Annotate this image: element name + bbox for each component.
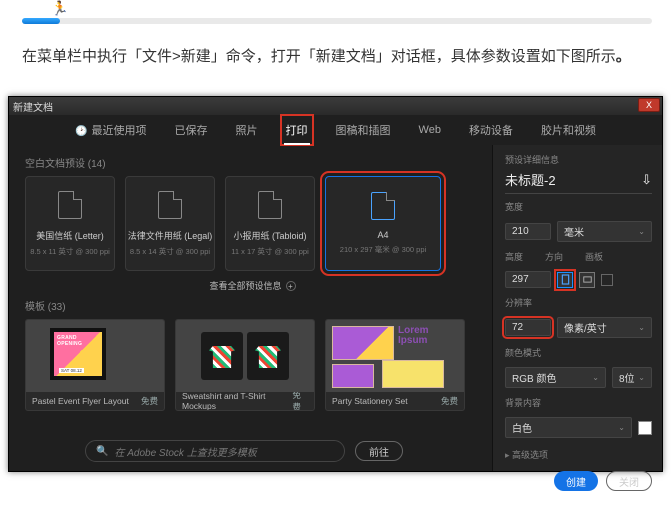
document-name-input[interactable]: 未标题-2 xyxy=(505,170,556,189)
category-tabs: 最近使用项 已保存 照片 打印 图稿和插图 Web 移动设备 胶片和视频 xyxy=(9,115,662,145)
template-thumb: Lorem Ipsum xyxy=(326,320,464,392)
left-pane: 空白文档预设 (14) 美国信纸 (Letter) 8.5 x 11 英寸 @ … xyxy=(9,145,492,471)
template-card[interactable]: Pastel Event Flyer Layout 免费 xyxy=(25,319,165,411)
template-badge: 免费 xyxy=(292,389,308,411)
close-button[interactable]: X xyxy=(638,98,660,112)
chevron-down-icon: ⌄ xyxy=(592,373,599,382)
chevron-down-icon: ⌄ xyxy=(638,227,645,236)
preset-name: 美国信纸 (Letter) xyxy=(36,229,104,242)
doc-icon xyxy=(258,191,282,219)
orientation-landscape[interactable] xyxy=(579,272,595,288)
tab-film[interactable]: 胶片和视频 xyxy=(539,118,598,142)
height-label: 高度 xyxy=(505,250,523,263)
tab-photo[interactable]: 照片 xyxy=(234,118,260,142)
unit-select[interactable]: 毫米⌄ xyxy=(557,221,652,242)
tab-print[interactable]: 打印 xyxy=(284,118,310,142)
resolution-unit-select[interactable]: 像素/英寸⌄ xyxy=(557,317,652,338)
go-button[interactable]: 前往 xyxy=(355,441,403,461)
tab-art[interactable]: 图稿和插图 xyxy=(334,118,393,142)
templates-heading: 模板 (33) xyxy=(25,298,480,313)
template-thumb xyxy=(176,320,314,392)
progress-track xyxy=(22,18,652,24)
preset-dims: 8.5 x 11 英寸 @ 300 ppi xyxy=(30,246,110,257)
blank-presets-heading: 空白文档预设 (14) xyxy=(25,155,480,170)
preset-name: 小报用纸 (Tabloid) xyxy=(233,229,306,242)
search-icon: 🔍 xyxy=(96,446,108,457)
create-button[interactable]: 创建 xyxy=(554,471,598,491)
artboard-label: 画板 xyxy=(585,250,603,263)
lorem-text: Lorem Ipsum xyxy=(398,326,456,346)
preset-details-panel: 预设详细信息 未标题-2 ⇩ 宽度 210 毫米⌄ 高度 方向 画板 297 xyxy=(492,145,662,471)
color-mode-label: 颜色模式 xyxy=(505,346,652,359)
tab-mobile[interactable]: 移动设备 xyxy=(467,118,515,142)
doc-icon xyxy=(371,192,395,220)
runner-icon: 🏃 xyxy=(51,0,68,17)
template-card[interactable]: Lorem Ipsum Party Stationery Set 免费 xyxy=(325,319,465,411)
template-badge: 免费 xyxy=(141,395,158,407)
preset-letter[interactable]: 美国信纸 (Letter) 8.5 x 11 英寸 @ 300 ppi xyxy=(25,176,115,271)
stock-search-input[interactable]: 🔍 在 Adobe Stock 上查找更多模板 xyxy=(85,440,345,462)
view-all-presets[interactable]: 查看全部预设信息+ xyxy=(25,279,480,292)
close-button[interactable]: 关闭 xyxy=(606,471,652,491)
chevron-down-icon: ⌄ xyxy=(638,373,645,382)
preset-dims: 8.5 x 14 英寸 @ 300 ppi xyxy=(130,246,210,257)
background-label: 背景内容 xyxy=(505,396,652,409)
preset-dims: 210 x 297 毫米 @ 300 ppi xyxy=(340,244,426,255)
orientation-label: 方向 xyxy=(545,250,563,263)
progress-fill xyxy=(22,18,60,24)
template-thumb xyxy=(26,320,164,392)
resolution-label: 分辨率 xyxy=(505,296,652,309)
instruction-caption: 在菜单栏中执行「文件>新建」命令，打开「新建文档」对话框，具体参数设置如下图所示… xyxy=(22,45,631,66)
template-name: Sweatshirt and T-Shirt Mockups xyxy=(182,391,292,411)
doc-icon xyxy=(158,191,182,219)
resolution-input[interactable]: 72 xyxy=(505,319,551,336)
close-icon: X xyxy=(646,100,652,110)
search-placeholder: 在 Adobe Stock 上查找更多模板 xyxy=(114,444,256,459)
preset-name: A4 xyxy=(377,230,388,240)
color-mode-select[interactable]: RGB 颜色⌄ xyxy=(505,367,606,388)
save-preset-icon[interactable]: ⇩ xyxy=(641,172,652,188)
dialog-title: 新建文档 xyxy=(13,99,53,114)
width-input[interactable]: 210 xyxy=(505,223,551,240)
preset-legal[interactable]: 法律文件用纸 (Legal) 8.5 x 14 英寸 @ 300 ppi xyxy=(125,176,215,271)
tab-recent[interactable]: 最近使用项 xyxy=(73,118,148,142)
artboard-checkbox[interactable] xyxy=(601,274,613,286)
tab-saved[interactable]: 已保存 xyxy=(173,118,210,142)
template-badge: 免费 xyxy=(441,395,458,407)
dialog-titlebar: 新建文档 X xyxy=(9,97,662,115)
advanced-options-toggle[interactable]: 高级选项 xyxy=(505,448,652,461)
preset-dims: 11 x 17 英寸 @ 300 ppi xyxy=(231,246,309,257)
plus-icon: + xyxy=(286,281,296,291)
preset-tabloid[interactable]: 小报用纸 (Tabloid) 11 x 17 英寸 @ 300 ppi xyxy=(225,176,315,271)
template-name: Party Stationery Set xyxy=(332,396,408,406)
template-card[interactable]: Sweatshirt and T-Shirt Mockups免费 xyxy=(175,319,315,411)
template-name: Pastel Event Flyer Layout xyxy=(32,396,129,406)
panel-heading: 预设详细信息 xyxy=(505,153,652,166)
bit-depth-select[interactable]: 8位⌄ xyxy=(612,367,652,388)
height-input[interactable]: 297 xyxy=(505,271,551,288)
orientation-portrait[interactable] xyxy=(557,272,573,288)
doc-icon xyxy=(58,191,82,219)
background-select[interactable]: 白色⌄ xyxy=(505,417,632,438)
preset-a4[interactable]: A4 210 x 297 毫米 @ 300 ppi xyxy=(325,176,441,271)
chevron-down-icon: ⌄ xyxy=(618,423,625,432)
preset-name: 法律文件用纸 (Legal) xyxy=(128,229,213,242)
width-label: 宽度 xyxy=(505,200,652,213)
tab-web[interactable]: Web xyxy=(417,120,443,140)
background-swatch[interactable] xyxy=(638,421,652,435)
new-document-dialog: 新建文档 X 最近使用项 已保存 照片 打印 图稿和插图 Web 移动设备 胶片… xyxy=(8,96,663,472)
progress-bar: 🏃 xyxy=(22,2,652,26)
chevron-down-icon: ⌄ xyxy=(638,323,645,332)
